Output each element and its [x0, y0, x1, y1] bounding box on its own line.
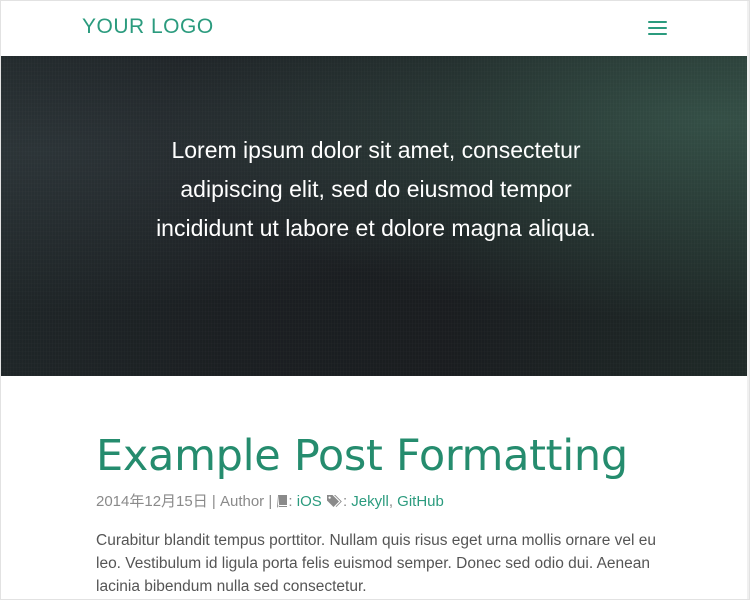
hero-banner: Lorem ipsum dolor sit amet, consectetur …: [1, 56, 749, 376]
post-title[interactable]: Example Post Formatting: [96, 431, 628, 481]
meta-separator: |: [207, 493, 220, 510]
tag-separator: ,: [388, 493, 398, 510]
scrollbar[interactable]: [747, 1, 749, 599]
menu-bar-top: [648, 21, 667, 23]
hamburger-menu-icon[interactable]: [647, 20, 669, 36]
post-excerpt: Curabitur blandit tempus porttitor. Null…: [96, 532, 656, 595]
tag-link-jekyll[interactable]: Jekyll: [351, 493, 389, 510]
post-meta: 2014年12月15日 | Author | : iOS : Jekyll, G…: [96, 490, 444, 512]
category-separator: :: [288, 493, 297, 510]
book-icon: [276, 494, 288, 512]
navbar: YOUR LOGO: [1, 1, 749, 56]
meta-separator: |: [264, 493, 277, 510]
post-date: 2014年12月15日: [96, 493, 208, 510]
menu-bar-middle: [648, 27, 667, 29]
category-link-ios[interactable]: iOS: [297, 493, 322, 510]
site-logo[interactable]: YOUR LOGO: [82, 15, 214, 39]
hero-text: Lorem ipsum dolor sit amet, consectetur …: [156, 137, 596, 241]
page-frame: YOUR LOGO Lorem ipsum dolor sit amet, co…: [0, 0, 750, 600]
menu-bar-bottom: [648, 33, 667, 35]
post-author: Author: [219, 493, 265, 510]
tag-link-github[interactable]: GitHub: [397, 493, 444, 510]
tags-icon: [326, 494, 343, 512]
